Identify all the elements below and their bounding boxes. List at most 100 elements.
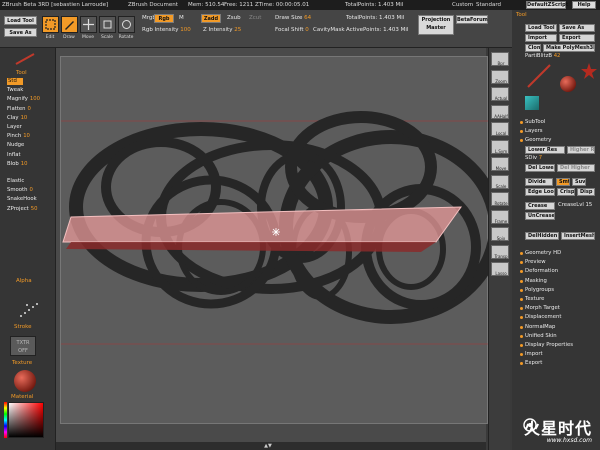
edge-loop-button[interactable]: Edge Loop: [525, 188, 555, 196]
help-button[interactable]: Help: [572, 1, 596, 9]
view-button-local[interactable]: Local: [491, 122, 509, 136]
material-heading[interactable]: Material: [11, 394, 33, 400]
rgb-intensity-slider[interactable]: Rgb Intensity 100: [142, 26, 191, 35]
del-higher-button[interactable]: Del Higher: [557, 164, 595, 172]
sculpt-view[interactable]: [61, 57, 503, 425]
brush-item[interactable]: Flatten 0: [7, 106, 31, 113]
material-sphere[interactable]: [14, 370, 36, 392]
selection-plane[interactable]: [62, 206, 462, 243]
texture-slot[interactable]: TXTR OFF: [10, 336, 36, 356]
divide-button[interactable]: Divide: [525, 178, 553, 186]
draw-size-slider[interactable]: Draw Size 64: [275, 14, 311, 23]
view-button-zoom[interactable]: Zoom: [491, 69, 509, 84]
brush-item[interactable]: Blob 10: [7, 161, 27, 168]
brush-item[interactable]: Inflat: [7, 152, 21, 159]
delhidden-button[interactable]: DelHidden: [525, 232, 559, 240]
disp-button[interactable]: Disp: [577, 188, 595, 196]
view-button-spix[interactable]: Spix: [491, 227, 509, 241]
tool-star-thumbnail[interactable]: [580, 62, 598, 80]
palette-import-button[interactable]: Import: [525, 34, 557, 42]
brush-item[interactable]: Nudge: [7, 142, 24, 149]
rgb-toggle[interactable]: Rgb: [154, 14, 174, 23]
crease-level-slider[interactable]: CreaseLvl 15: [558, 202, 592, 209]
focal-shift-slider[interactable]: Focal Shift 0: [275, 26, 309, 35]
tool-menu-item[interactable]: Unified Skin: [525, 333, 557, 340]
zadd-toggle[interactable]: Zadd: [201, 14, 221, 23]
color-picker[interactable]: [8, 402, 44, 438]
scale-mode-button[interactable]: [99, 16, 116, 33]
projection-master-button[interactable]: Projection Master: [418, 15, 454, 35]
palette-save-as-button[interactable]: Save As: [559, 24, 595, 32]
higher-res-button[interactable]: Higher Res: [567, 146, 595, 154]
current-brush-thumbnail[interactable]: [14, 52, 36, 66]
m-toggle[interactable]: M: [179, 14, 184, 23]
expand-bottom-icon[interactable]: ▲▼: [261, 443, 275, 449]
view-button-frame[interactable]: Frame: [491, 209, 509, 224]
sdiv-slider[interactable]: SDiv 7: [525, 155, 542, 162]
custom-label[interactable]: Custom: [452, 0, 473, 10]
suv-toggle[interactable]: Suv: [572, 178, 586, 186]
tool-menu-item[interactable]: Geometry HD: [525, 250, 561, 257]
section-subtool[interactable]: SubTool: [525, 119, 545, 126]
brush-item[interactable]: Tweak: [7, 87, 23, 94]
part-slider[interactable]: PartiBlitzB 42: [525, 53, 560, 60]
tool-menu-item[interactable]: Import: [525, 351, 543, 358]
hue-strip[interactable]: [4, 402, 7, 438]
view-button-actual[interactable]: Actual: [491, 87, 509, 101]
tool-menu-item[interactable]: Morph Target: [525, 305, 560, 312]
palette-export-button[interactable]: Export: [559, 34, 595, 42]
alpha-heading[interactable]: Alpha: [16, 278, 32, 284]
texture-heading[interactable]: Texture: [12, 360, 32, 366]
view-button-rotate[interactable]: Rotate: [491, 192, 509, 206]
tool-sphere-thumbnail[interactable]: [560, 76, 576, 92]
tool-menu-item[interactable]: Masking: [525, 278, 547, 285]
crease-button[interactable]: Crease: [525, 202, 555, 210]
section-layers[interactable]: Layers: [525, 128, 543, 135]
cavity-mask-toggle[interactable]: CavityMask: [313, 26, 345, 35]
tool-menu-item[interactable]: Polygroups: [525, 287, 554, 294]
tool-menu-item[interactable]: Deformation: [525, 268, 558, 275]
draw-mode-button[interactable]: [61, 16, 78, 33]
tool-heading[interactable]: Tool: [16, 70, 27, 76]
smt-toggle[interactable]: Smt: [556, 178, 570, 186]
document-canvas[interactable]: [60, 56, 503, 425]
brush-item[interactable]: SnakeHook: [7, 196, 37, 203]
tool-menu-item[interactable]: Display Properties: [525, 342, 573, 349]
save-as-button[interactable]: Save As: [4, 28, 37, 37]
tool-palette-heading[interactable]: Tool: [516, 12, 527, 18]
betaforum-button[interactable]: BetaForum: [456, 15, 488, 24]
stroke-dots-icon[interactable]: [18, 300, 40, 320]
tool-menu-item[interactable]: Preview: [525, 259, 546, 266]
brush-item[interactable]: Pinch 10: [7, 133, 30, 140]
tool-menu-item[interactable]: Export: [525, 360, 542, 367]
rotate-mode-button[interactable]: [118, 16, 135, 33]
tool-menu-item[interactable]: Displacement: [525, 314, 561, 321]
move-mode-button[interactable]: [80, 16, 97, 33]
zsub-toggle[interactable]: Zsub: [227, 14, 241, 23]
zcut-toggle[interactable]: Zcut: [249, 14, 261, 23]
section-geometry[interactable]: Geometry: [525, 137, 551, 144]
stroke-heading[interactable]: Stroke: [14, 324, 32, 330]
brush-item[interactable]: Magnify 100: [7, 96, 40, 103]
crisp-button[interactable]: Crisp: [557, 188, 575, 196]
insertmesh-button[interactable]: InsertMesh: [561, 232, 595, 240]
brush-item[interactable]: Smooth 0: [7, 187, 33, 194]
clone-button[interactable]: Clone: [525, 44, 541, 52]
view-button-lasso[interactable]: Lasso: [491, 262, 509, 276]
default-zscript-button[interactable]: DefaultZScript: [526, 1, 568, 9]
palette-load-tool-button[interactable]: Load Tool: [525, 24, 557, 32]
subtool-thumbnail[interactable]: [525, 96, 539, 110]
view-button-aahalf[interactable]: AAHalf: [491, 104, 509, 119]
view-button-bpr[interactable]: Bpr: [491, 52, 509, 66]
brush-item[interactable]: Std: [7, 78, 23, 85]
edit-mode-button[interactable]: [42, 16, 59, 33]
tool-menu-item[interactable]: Texture: [525, 296, 544, 303]
lower-res-button[interactable]: Lower Res: [525, 146, 565, 154]
view-button-move[interactable]: Move: [491, 157, 509, 171]
brush-item[interactable]: Elastic: [7, 178, 24, 185]
brush-item[interactable]: Layer: [7, 124, 22, 131]
make-polymesh-button[interactable]: Make PolyMesh3D: [543, 44, 595, 52]
brush-item[interactable]: ZProject 50: [7, 206, 38, 213]
view-button-transp[interactable]: Transp: [491, 244, 509, 259]
load-tool-button[interactable]: Load Tool: [4, 16, 37, 25]
